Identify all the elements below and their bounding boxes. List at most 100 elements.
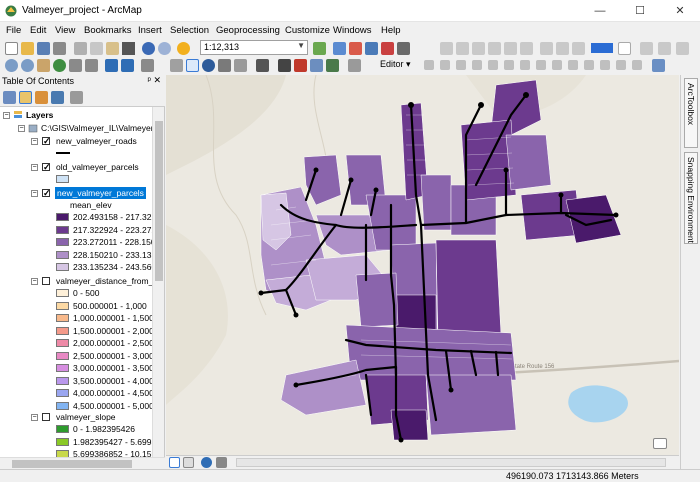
paste-icon[interactable] <box>106 42 119 55</box>
list-by-visibility-icon[interactable] <box>35 91 48 104</box>
find-binoculars-icon[interactable] <box>278 59 291 72</box>
editor-menu-button[interactable]: Editor ▾ <box>380 59 411 70</box>
redo-icon[interactable] <box>158 42 171 55</box>
map-scale-dropdown[interactable]: 1:12,313 ▼ <box>200 40 308 55</box>
zoom-in-icon[interactable] <box>5 59 18 72</box>
georef-tool-3-icon[interactable] <box>472 42 485 55</box>
menu-windows[interactable]: Windows <box>333 25 372 36</box>
print-icon[interactable] <box>53 42 66 55</box>
georef-tool-2-icon[interactable] <box>456 42 469 55</box>
clear-selection-icon[interactable] <box>170 59 183 72</box>
identify-icon[interactable] <box>202 59 215 72</box>
edit-tool-icon[interactable] <box>424 60 434 70</box>
map-horizontal-scrollbar[interactable] <box>236 458 666 467</box>
delete-icon[interactable] <box>122 42 135 55</box>
list-by-selection-icon[interactable] <box>51 91 64 104</box>
cut-polygons-icon[interactable] <box>552 60 562 70</box>
zoom-out-icon[interactable] <box>21 59 34 72</box>
back-arrow-icon[interactable] <box>105 59 118 72</box>
point-icon[interactable] <box>504 60 514 70</box>
georef-tool-7-icon[interactable] <box>540 42 553 55</box>
arctoolbox-icon[interactable] <box>381 42 394 55</box>
arctoolbox-tab[interactable]: ArcToolbox <box>684 78 698 148</box>
georef-tool-9-icon[interactable] <box>572 42 585 55</box>
select-elements-arrow-icon[interactable] <box>186 59 199 72</box>
menu-insert[interactable]: Insert <box>138 25 162 36</box>
layout-view-tab-icon[interactable] <box>183 457 194 468</box>
measure-icon[interactable] <box>256 59 269 72</box>
collapse-icon[interactable]: − <box>31 190 38 197</box>
distance-visibility-checkbox[interactable] <box>42 277 50 285</box>
open-folder-icon[interactable] <box>21 42 34 55</box>
catalog-icon[interactable] <box>349 42 362 55</box>
data-view-icon[interactable] <box>169 457 180 468</box>
pan-hand-icon[interactable] <box>37 59 50 72</box>
edit-annotation-icon[interactable] <box>440 60 450 70</box>
find-route-icon[interactable] <box>294 59 307 72</box>
georef-tool-1-icon[interactable] <box>440 42 453 55</box>
snapping-environment-tab[interactable]: Snapping Environment <box>684 152 698 244</box>
scroll-thumb[interactable] <box>12 460 132 468</box>
maximize-button[interactable]: ☐ <box>620 0 660 22</box>
georef-tool-5-icon[interactable] <box>504 42 517 55</box>
search-window-icon[interactable] <box>365 42 378 55</box>
effects-tool-3-icon[interactable] <box>676 42 689 55</box>
menu-selection[interactable]: Selection <box>170 25 209 36</box>
straight-segment-icon[interactable] <box>456 60 466 70</box>
trace-icon[interactable] <box>488 60 498 70</box>
menu-geoprocessing[interactable]: Geoprocessing <box>216 25 280 36</box>
transparency-dropdown-icon[interactable] <box>618 42 631 55</box>
effects-tool-1-icon[interactable] <box>640 42 653 55</box>
cut-icon[interactable] <box>74 42 87 55</box>
undo-icon[interactable] <box>142 42 155 55</box>
collapse-icon[interactable]: − <box>31 164 38 171</box>
create-viewer-window-icon[interactable] <box>348 59 361 72</box>
toc-horizontal-scrollbar[interactable] <box>0 457 165 469</box>
new-document-icon[interactable] <box>5 42 18 55</box>
collapse-icon[interactable]: − <box>18 125 25 132</box>
reshape-icon[interactable] <box>536 60 546 70</box>
toc-vertical-scrollbar[interactable] <box>152 107 164 457</box>
close-button[interactable]: ✕ <box>660 0 700 22</box>
go-to-xy-icon[interactable] <box>310 59 323 72</box>
toc-options-icon[interactable] <box>70 91 83 104</box>
menu-bookmarks[interactable]: Bookmarks <box>84 25 132 36</box>
pause-drawing-icon[interactable] <box>216 457 227 468</box>
effects-tool-2-icon[interactable] <box>658 42 671 55</box>
map-canvas[interactable]: State Route 156 <box>166 75 679 455</box>
collapse-icon[interactable]: − <box>31 414 38 421</box>
sketch-properties-icon[interactable] <box>616 60 626 70</box>
slope-visibility-checkbox[interactable] <box>42 413 50 421</box>
collapse-icon[interactable]: − <box>31 138 38 145</box>
save-icon[interactable] <box>37 42 50 55</box>
georef-tool-4-icon[interactable] <box>488 42 501 55</box>
georef-tool-6-icon[interactable] <box>520 42 533 55</box>
forward-arrow-icon[interactable] <box>121 59 134 72</box>
editor-toolbar-icon[interactable] <box>313 42 326 55</box>
end-point-arc-icon[interactable] <box>472 60 482 70</box>
collapse-icon[interactable]: − <box>3 112 10 119</box>
menu-edit[interactable]: Edit <box>30 25 46 36</box>
scroll-thumb[interactable] <box>155 121 163 281</box>
menu-customize[interactable]: Customize <box>285 25 330 36</box>
color-swatch-icon[interactable] <box>591 43 613 53</box>
rotate-icon[interactable] <box>584 60 594 70</box>
new-parcels-visibility-checkbox[interactable] <box>42 187 51 199</box>
copy-icon[interactable] <box>90 42 103 55</box>
georef-tool-8-icon[interactable] <box>556 42 569 55</box>
menu-view[interactable]: View <box>55 25 75 36</box>
list-by-source-icon[interactable] <box>19 91 32 104</box>
old-parcels-visibility-checkbox[interactable] <box>42 161 51 173</box>
map-tips-icon[interactable] <box>653 438 667 449</box>
split-icon[interactable] <box>568 60 578 70</box>
menu-file[interactable]: File <box>6 25 21 36</box>
toc-window-icon[interactable] <box>333 42 346 55</box>
layout-view-icon[interactable] <box>652 59 665 72</box>
edit-vertices-icon[interactable] <box>520 60 530 70</box>
collapse-icon[interactable]: − <box>31 278 38 285</box>
python-window-icon[interactable] <box>397 42 410 55</box>
fixed-zoom-out-icon[interactable] <box>85 59 98 72</box>
roads-visibility-checkbox[interactable] <box>42 135 51 147</box>
full-extent-globe-icon[interactable] <box>53 59 66 72</box>
html-popup-icon[interactable] <box>234 59 247 72</box>
